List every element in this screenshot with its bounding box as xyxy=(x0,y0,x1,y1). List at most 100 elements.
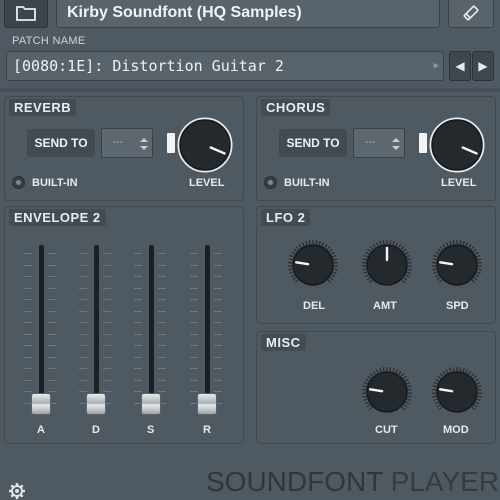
fader-tick xyxy=(24,379,32,381)
fader-tick xyxy=(48,287,56,289)
chorus-level-indicator xyxy=(419,133,427,153)
reverb-title: REVERB xyxy=(9,99,77,116)
patch-name-field[interactable]: [0080:1E]: Distortion Guitar 2 ▶ xyxy=(6,51,444,81)
reverb-send-to-label: SEND TO xyxy=(27,129,95,157)
fader-tick xyxy=(103,379,111,381)
misc-cut-label: CUT xyxy=(375,424,398,436)
fader-tick xyxy=(134,310,142,312)
chorus-send-to-spinner[interactable]: --- xyxy=(353,128,405,158)
lfo-amt-knob[interactable] xyxy=(361,239,413,296)
fader-tick xyxy=(103,276,111,277)
reverb-send-to-spinner[interactable]: --- xyxy=(101,128,153,158)
reverb-builtin-radio[interactable] xyxy=(12,176,25,189)
fader-track-a[interactable] xyxy=(39,245,44,407)
reverb-level-knob[interactable] xyxy=(177,117,233,178)
fader-tick xyxy=(24,345,32,346)
fader-tick xyxy=(48,310,56,312)
fader-tick xyxy=(214,345,222,346)
fader-tick xyxy=(134,253,142,254)
fader-tick xyxy=(24,253,32,254)
fader-tick xyxy=(158,391,166,392)
fader-track-d[interactable] xyxy=(94,245,99,407)
fader-tick xyxy=(134,379,142,381)
fader-tick xyxy=(79,356,87,358)
fader-tick xyxy=(214,287,222,289)
knob-graphic xyxy=(177,117,233,173)
fader-handle-a[interactable] xyxy=(31,393,51,415)
fader-tick xyxy=(24,333,32,335)
divider xyxy=(0,88,500,92)
fader-tick xyxy=(190,310,198,312)
fader-tick xyxy=(214,310,222,312)
dropdown-arrow-icon[interactable]: ▶ xyxy=(434,61,439,71)
fader-tick xyxy=(79,310,87,312)
chorus-title: CHORUS xyxy=(261,99,331,116)
fader-handle-s[interactable] xyxy=(141,393,161,415)
spin-down-icon[interactable] xyxy=(140,146,148,150)
fader-tick xyxy=(190,333,198,335)
chorus-level-label: LEVEL xyxy=(441,177,477,189)
fader-tick xyxy=(134,299,142,300)
misc-cut-knob[interactable] xyxy=(361,366,413,423)
fader-handle-r[interactable] xyxy=(197,393,217,415)
fader-tick xyxy=(134,276,142,277)
fader-tick xyxy=(103,253,111,254)
fader-tick xyxy=(24,287,32,289)
chorus-builtin-radio[interactable] xyxy=(264,176,277,189)
fader-tick xyxy=(103,345,111,346)
fader-tick xyxy=(79,299,87,300)
misc-mod-knob[interactable] xyxy=(431,366,483,423)
lfo-del-knob[interactable] xyxy=(287,239,339,296)
header-bar: Kirby Soundfont (HQ Samples) xyxy=(0,0,500,30)
brand-player: PLAYER xyxy=(382,466,500,497)
fader-tick xyxy=(48,253,56,254)
fader-tick xyxy=(214,356,222,358)
fader-handle-d[interactable] xyxy=(86,393,106,415)
spin-up-icon[interactable] xyxy=(140,138,148,142)
fader-tick xyxy=(158,287,166,289)
spin-down-icon[interactable] xyxy=(392,146,400,150)
fader-tick xyxy=(190,345,198,346)
fader-tick xyxy=(190,391,198,392)
lfo-spd-knob[interactable] xyxy=(431,239,483,296)
fader-tick xyxy=(48,391,56,392)
fader-tick xyxy=(79,287,87,289)
knob-graphic xyxy=(361,367,413,413)
soundfont-name-field[interactable]: Kirby Soundfont (HQ Samples) xyxy=(56,0,440,28)
fader-tick xyxy=(190,379,198,381)
envelope-title: ENVELOPE 2 xyxy=(9,209,106,226)
fader-track-s[interactable] xyxy=(149,245,154,407)
arrow-right-icon: ▶ xyxy=(478,59,488,73)
fader-tick xyxy=(79,391,87,392)
fader-tick xyxy=(79,276,87,277)
knob-graphic xyxy=(429,117,485,173)
fader-tick xyxy=(103,322,111,323)
fader-tick xyxy=(24,356,32,358)
fader-tick xyxy=(103,264,111,266)
fader-tick xyxy=(134,368,142,369)
edit-button[interactable] xyxy=(448,0,494,28)
lfo-amt-label: AMT xyxy=(373,300,397,312)
misc-panel: MISC CUT MOD xyxy=(256,331,496,444)
open-folder-button[interactable] xyxy=(4,0,48,28)
fader-tick xyxy=(158,379,166,381)
fader-tick xyxy=(214,299,222,300)
fader-tick xyxy=(79,345,87,346)
prev-patch-button[interactable]: ◀ xyxy=(449,51,471,81)
fader-tick xyxy=(24,322,32,323)
fader-tick xyxy=(190,368,198,369)
next-patch-button[interactable]: ▶ xyxy=(472,51,494,81)
chorus-level-knob[interactable] xyxy=(429,117,485,178)
settings-button[interactable] xyxy=(8,482,26,500)
fader-tick xyxy=(158,264,166,266)
chorus-send-to-value: --- xyxy=(365,137,375,148)
fader-track-r[interactable] xyxy=(205,245,210,407)
spin-up-icon[interactable] xyxy=(392,138,400,142)
fader-label-r: R xyxy=(203,424,211,436)
fader-tick xyxy=(48,345,56,346)
fader-tick xyxy=(190,322,198,323)
fader-tick xyxy=(190,356,198,358)
fader-tick xyxy=(190,253,198,254)
fader-tick xyxy=(158,310,166,312)
reverb-builtin-label: BUILT-IN xyxy=(32,177,78,189)
